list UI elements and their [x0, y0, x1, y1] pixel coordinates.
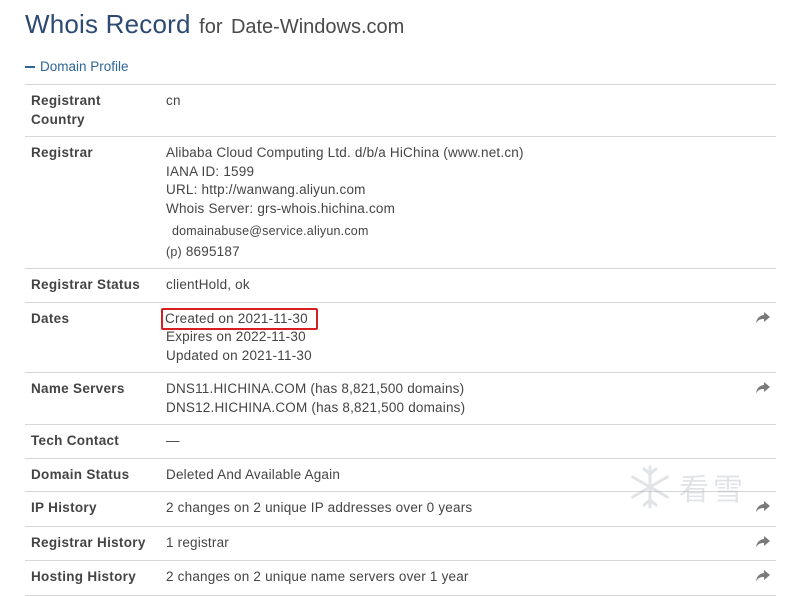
domain-profile-toggle[interactable]: Domain Profile: [25, 59, 129, 74]
registrar-name: Alibaba Cloud Computing Ltd. d/b/a HiChi…: [166, 145, 524, 160]
share-arrow-icon[interactable]: [756, 570, 770, 582]
table-row: Domain Status Deleted And Available Agai…: [25, 458, 776, 492]
row-label-dates: Dates: [31, 310, 70, 326]
table-row: Registrar Status clientHold, ok: [25, 268, 776, 303]
page-title: Whois Record for Date-Windows.com: [25, 9, 404, 40]
phone-prefix: (p): [166, 244, 182, 259]
phone-number: 8695187: [185, 243, 240, 259]
registrant-country-value: cn: [166, 93, 181, 108]
updated-date: Updated on 2021-11-30: [166, 347, 312, 363]
registrar-url: URL: http://wanwang.aliyun.com: [166, 182, 366, 197]
table-row: Name Servers DNS11.HICHINA.COM (has 8,82…: [25, 372, 776, 425]
name-server-2[interactable]: DNS12.HICHINA.COM (has 8,821,500 domains…: [166, 399, 738, 418]
created-date-highlight: Created on 2021-11-30: [161, 307, 318, 330]
row-label-registrar-status: Registrar Status: [31, 277, 141, 292]
table-row: Registrar Alibaba Cloud Computing Ltd. d…: [25, 136, 776, 269]
page-title-domain: Date-Windows.com: [230, 16, 405, 38]
name-servers-value: DNS11.HICHINA.COM (has 8,821,500 domains…: [160, 373, 744, 425]
share-arrow-icon[interactable]: [756, 535, 770, 548]
page-title-main: Whois Record: [25, 9, 191, 39]
table-row: Registrar History 1 registrar: [25, 526, 776, 561]
registrar-abuse-email: domainabuse@service.aliyun.com: [172, 224, 369, 238]
registrar-iana-id: IANA ID: 1599: [166, 163, 255, 179]
row-label-ip-history: IP History: [31, 500, 97, 515]
registrar-history-value: 1 registrar: [166, 534, 229, 550]
expires-date: Expires on 2022-11-30: [166, 329, 306, 344]
table-row: Tech Contact —: [25, 424, 776, 459]
registrar-whois-server: Whois Server: grs-whois.hichina.com: [166, 200, 396, 216]
table-row: Hosting History 2 changes on 2 unique na…: [25, 560, 776, 595]
share-arrow-icon[interactable]: [756, 311, 770, 324]
share-arrow-icon[interactable]: [756, 382, 770, 394]
minus-icon: [25, 65, 35, 68]
row-label-name-servers: Name Servers: [31, 381, 125, 396]
name-server-1[interactable]: DNS11.HICHINA.COM (has 8,821,500 domains…: [166, 380, 738, 399]
table-row: Dates Created on 2021-11-30 Expires on 2…: [25, 302, 776, 373]
registrar-value: Alibaba Cloud Computing Ltd. d/b/a HiChi…: [160, 137, 744, 269]
domain-status-value: Deleted And Available Again: [166, 466, 341, 482]
row-label-registrar: Registrar: [31, 145, 93, 160]
ip-history-value: 2 changes on 2 unique IP addresses over …: [166, 500, 473, 515]
row-label-tech-contact: Tech Contact: [31, 433, 120, 448]
domain-profile-table: Registrant Country cn Registrar Alibaba …: [25, 84, 776, 596]
page-title-prefix: for: [199, 16, 223, 38]
row-label-registrar-history: Registrar History: [31, 534, 146, 550]
registrar-status-value: clientHold, ok: [166, 277, 250, 292]
row-label-hosting-history: Hosting History: [31, 569, 137, 584]
hosting-history-value: 2 changes on 2 unique name servers over …: [166, 569, 469, 584]
row-label-registrant-country: Registrant Country: [31, 93, 101, 127]
tech-contact-value: —: [166, 433, 180, 448]
table-row: Registrant Country cn: [25, 84, 776, 137]
domain-profile-label: Domain Profile: [40, 59, 129, 74]
dates-value: Created on 2021-11-30 Expires on 2022-11…: [160, 302, 744, 373]
share-arrow-icon[interactable]: [756, 501, 770, 513]
row-label-domain-status: Domain Status: [31, 466, 130, 482]
table-row: IP History 2 changes on 2 unique IP addr…: [25, 491, 776, 527]
registrar-phone: (p) 8695187: [166, 243, 738, 262]
